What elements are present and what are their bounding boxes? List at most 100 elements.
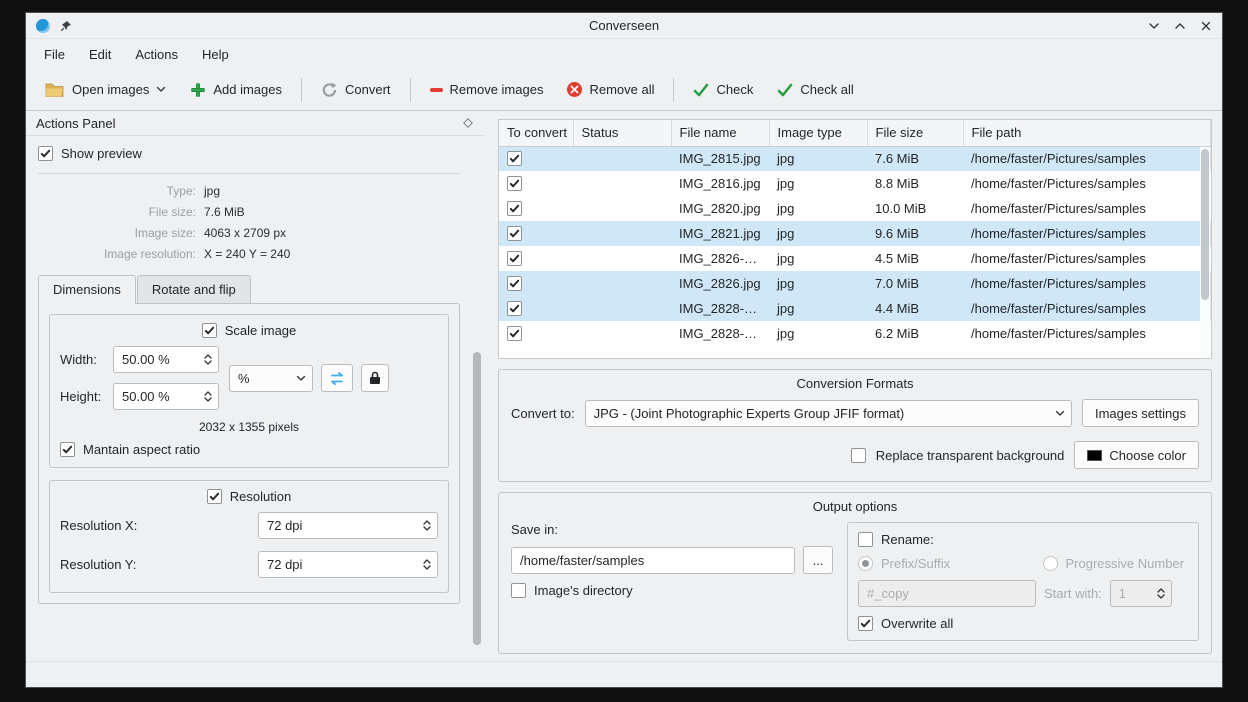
cell-status: [573, 221, 671, 246]
table-row[interactable]: IMG_2821.jpg jpg 9.6 MiB /home/faster/Pi…: [499, 221, 1211, 246]
title-bar[interactable]: Converseen: [26, 13, 1222, 39]
add-images-button[interactable]: Add images: [179, 74, 293, 106]
images-settings-button[interactable]: Images settings: [1082, 399, 1199, 427]
spin-arrows-icon[interactable]: [1151, 581, 1171, 606]
save-in-label: Save in:: [511, 522, 833, 537]
scale-image-checkbox[interactable]: [202, 323, 217, 338]
format-combobox[interactable]: JPG - (Joint Photographic Experts Group …: [585, 400, 1072, 427]
remove-all-button[interactable]: Remove all: [556, 74, 665, 105]
table-row[interactable]: IMG_2828-3.jpg jpg 6.2 MiB /home/faster/…: [499, 321, 1211, 346]
lock-ratio-button[interactable]: [361, 364, 389, 392]
convert-checkbox[interactable]: [507, 151, 522, 166]
menu-file[interactable]: File: [34, 43, 75, 66]
convert-checkbox[interactable]: [507, 201, 522, 216]
convert-checkbox[interactable]: [507, 251, 522, 266]
column-header[interactable]: File path: [963, 120, 1211, 146]
toolbar-separator: [410, 78, 411, 102]
converseen-window: Converseen File Edit Actions Help Open i…: [25, 12, 1223, 688]
tab-dimensions[interactable]: Dimensions: [38, 275, 136, 304]
resolution-checkbox[interactable]: [207, 489, 222, 504]
chevron-down-icon: [156, 86, 166, 93]
resolution-y-spinner[interactable]: 72 dpi: [258, 551, 438, 578]
spin-arrows-icon[interactable]: [417, 552, 437, 577]
column-header[interactable]: To convert: [499, 120, 573, 146]
overwrite-all-checkbox[interactable]: [858, 616, 873, 631]
table-row[interactable]: IMG_2828-2.jpg jpg 4.4 MiB /home/faster/…: [499, 296, 1211, 321]
rename-pattern-input[interactable]: [858, 580, 1036, 607]
actions-panel-title: Actions Panel: [36, 116, 116, 131]
show-preview-checkbox[interactable]: [38, 146, 53, 161]
show-preview-label: Show preview: [61, 146, 142, 161]
cell-file-size: 7.0 MiB: [867, 271, 963, 296]
separator: [38, 173, 460, 174]
aspect-ratio-row: Mantain aspect ratio: [60, 442, 438, 457]
table-row[interactable]: IMG_2820.jpg jpg 10.0 MiB /home/faster/P…: [499, 196, 1211, 221]
image-resolution-value: X = 240 Y = 240: [204, 247, 460, 261]
scale-image-row: Scale image: [60, 323, 438, 338]
table-row[interactable]: IMG_2816.jpg jpg 8.8 MiB /home/faster/Pi…: [499, 171, 1211, 196]
chevron-down-icon: [296, 375, 306, 382]
table-row[interactable]: IMG_2826-Mo... jpg 4.5 MiB /home/faster/…: [499, 246, 1211, 271]
cell-file-path: /home/faster/Pictures/samples: [963, 296, 1211, 321]
prefix-suffix-radio[interactable]: [858, 556, 873, 571]
replace-transparent-checkbox[interactable]: [851, 448, 866, 463]
scrollbar-thumb[interactable]: [1201, 149, 1209, 300]
start-with-spinner[interactable]: 1: [1110, 580, 1172, 607]
column-header[interactable]: File name: [671, 120, 769, 146]
rename-checkbox[interactable]: [858, 532, 873, 547]
progressive-number-radio[interactable]: [1043, 556, 1058, 571]
file-list-scrollbar[interactable]: [1200, 147, 1210, 357]
minimize-button[interactable]: [1148, 20, 1160, 32]
unit-combobox[interactable]: %: [229, 365, 313, 392]
check-all-button[interactable]: Check all: [766, 74, 864, 105]
spin-arrows-icon[interactable]: [198, 384, 218, 409]
save-path-input[interactable]: [511, 547, 795, 574]
convert-to-label: Convert to:: [511, 406, 575, 421]
images-directory-row: Image's directory: [511, 583, 833, 598]
cell-file-size: 6.2 MiB: [867, 321, 963, 346]
show-preview-row: Show preview: [38, 146, 460, 161]
menu-help[interactable]: Help: [192, 43, 239, 66]
aspect-ratio-checkbox[interactable]: [60, 442, 75, 457]
height-spinner[interactable]: 50.00 %: [113, 383, 219, 410]
convert-button[interactable]: Convert: [310, 74, 402, 106]
table-row[interactable]: IMG_2826.jpg jpg 7.0 MiB /home/faster/Pi…: [499, 271, 1211, 296]
scrollbar-thumb[interactable]: [473, 352, 481, 645]
convert-checkbox[interactable]: [507, 301, 522, 316]
cell-image-type: jpg: [769, 321, 867, 346]
convert-checkbox[interactable]: [507, 326, 522, 341]
table-row[interactable]: IMG_2815.jpg jpg 7.6 MiB /home/faster/Pi…: [499, 146, 1211, 171]
menu-actions[interactable]: Actions: [125, 43, 188, 66]
resolution-x-spinner[interactable]: 72 dpi: [258, 512, 438, 539]
spin-arrows-icon[interactable]: [198, 347, 218, 372]
refresh-dimensions-button[interactable]: [321, 364, 353, 392]
plus-icon: [190, 82, 206, 98]
image-info: Type: jpg File size: 7.6 MiB Image size:…: [38, 184, 460, 261]
maximize-button[interactable]: [1174, 20, 1186, 32]
column-header[interactable]: File size: [867, 120, 963, 146]
spin-arrows-icon[interactable]: [417, 513, 437, 538]
check-button[interactable]: Check: [682, 74, 764, 105]
actions-panel-scrollbar[interactable]: [472, 166, 482, 655]
rename-group: Rename: Prefix/Suffix Progressive Number: [847, 522, 1199, 641]
pin-icon[interactable]: [60, 20, 72, 32]
convert-checkbox[interactable]: [507, 276, 522, 291]
convert-checkbox[interactable]: [507, 176, 522, 191]
browse-button[interactable]: ...: [803, 546, 833, 574]
file-table-body: IMG_2815.jpg jpg 7.6 MiB /home/faster/Pi…: [499, 146, 1211, 346]
float-panel-button[interactable]: [462, 117, 474, 129]
close-button[interactable]: [1200, 20, 1212, 32]
conversion-formats-group: Conversion Formats Convert to: JPG - (Jo…: [498, 369, 1212, 482]
width-spinner[interactable]: 50.00 %: [113, 346, 219, 373]
remove-images-button[interactable]: Remove images: [419, 74, 555, 105]
choose-color-button[interactable]: Choose color: [1074, 441, 1199, 469]
color-swatch: [1087, 450, 1102, 461]
cell-status: [573, 196, 671, 221]
tab-rotate-and-flip[interactable]: Rotate and flip: [137, 275, 251, 303]
convert-checkbox[interactable]: [507, 226, 522, 241]
column-header[interactable]: Image type: [769, 120, 867, 146]
images-directory-checkbox[interactable]: [511, 583, 526, 598]
menu-edit[interactable]: Edit: [79, 43, 121, 66]
column-header[interactable]: Status: [573, 120, 671, 146]
open-images-button[interactable]: Open images: [34, 74, 177, 106]
